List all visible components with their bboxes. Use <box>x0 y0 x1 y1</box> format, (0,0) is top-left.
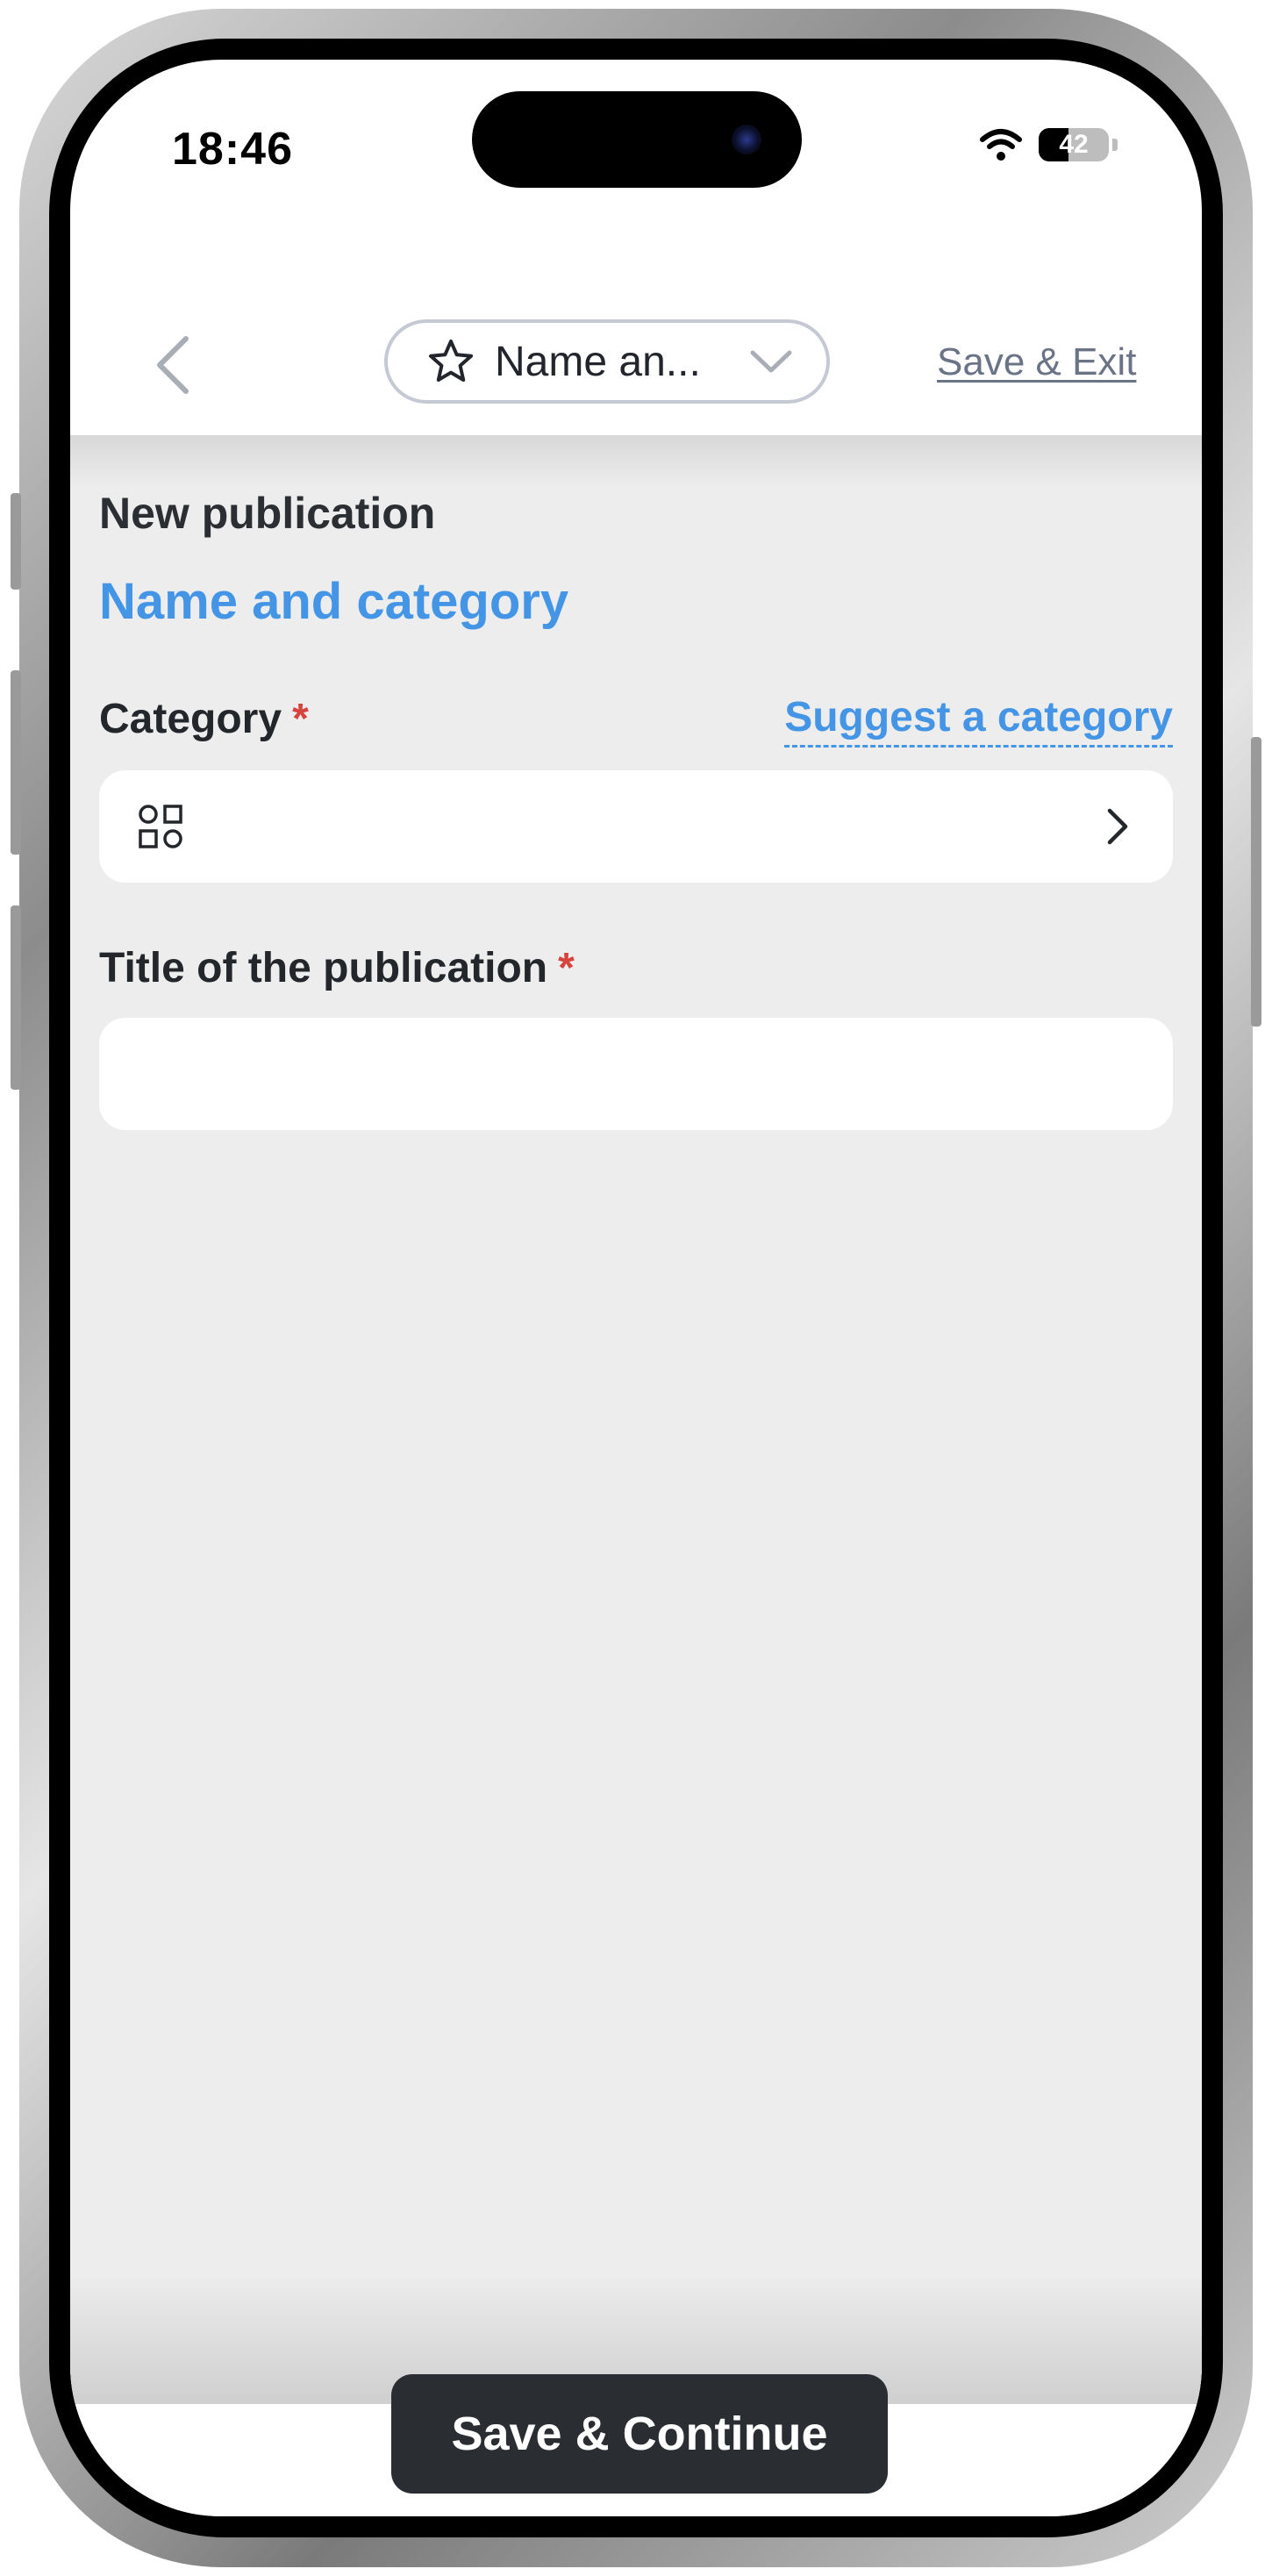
grid-shapes-icon <box>139 805 182 848</box>
chevron-right-icon <box>1107 808 1128 845</box>
category-select[interactable] <box>99 770 1173 883</box>
section-title: Name and category <box>99 573 569 630</box>
power-button <box>1251 737 1261 1027</box>
chevron-left-icon <box>157 336 189 394</box>
phone-screen: 18:46 42 Name an... Save & Exit New publ… <box>70 60 1202 2516</box>
wifi-icon <box>980 129 1022 161</box>
action-button <box>11 493 21 590</box>
title-label: Title of the publication * <box>99 944 575 992</box>
top-nav: Name an... Save & Exit <box>70 235 1202 435</box>
volume-down-button <box>11 905 21 1090</box>
battery-icon: 42 <box>1039 128 1109 161</box>
battery-tip <box>1112 139 1118 151</box>
chevron-down-icon <box>750 350 792 373</box>
category-label: Category * <box>99 695 309 743</box>
required-mark: * <box>558 945 575 991</box>
step-selector[interactable]: Name an... <box>384 319 830 404</box>
status-icons: 42 <box>979 128 1118 161</box>
back-button[interactable] <box>147 330 200 400</box>
volume-up-button <box>11 670 21 855</box>
required-mark: * <box>292 696 309 742</box>
save-exit-link[interactable]: Save & Exit <box>937 340 1136 384</box>
form-content: New publication Name and category Catego… <box>70 435 1202 2404</box>
camera-icon <box>732 125 761 154</box>
status-time: 18:46 <box>172 124 293 175</box>
step-selector-label: Name an... <box>495 338 701 385</box>
star-icon <box>429 340 473 382</box>
category-label-text: Category <box>99 696 282 742</box>
title-label-text: Title of the publication <box>99 945 548 991</box>
suggest-category-link[interactable]: Suggest a category <box>784 693 1173 748</box>
dynamic-island <box>472 91 802 188</box>
title-input[interactable] <box>99 1018 1173 1130</box>
save-continue-button[interactable]: Save & Continue <box>391 2374 888 2494</box>
page-overline: New publication <box>99 489 436 538</box>
battery-level: 42 <box>1059 130 1089 159</box>
